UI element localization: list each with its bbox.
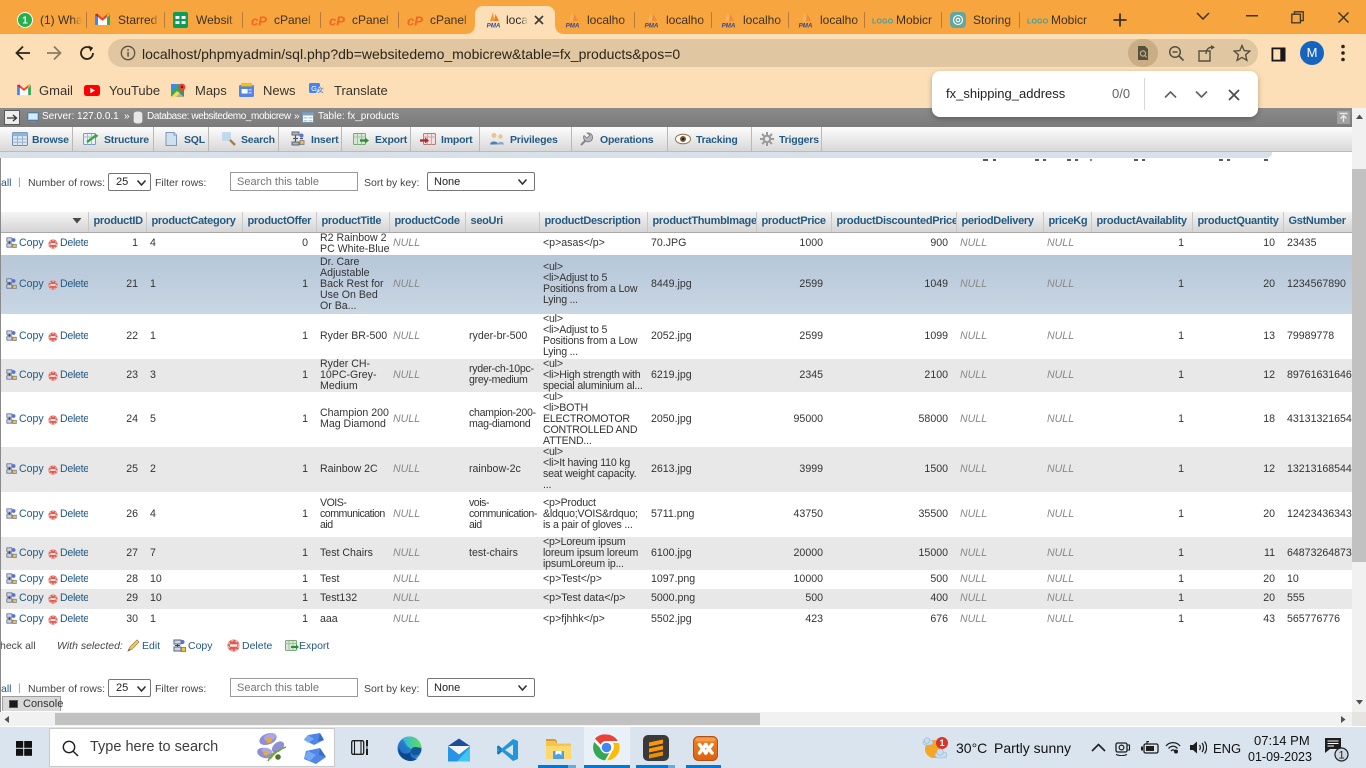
svg-text:G: G (311, 84, 317, 93)
svg-text:PMA: PMA (566, 23, 580, 30)
svg-text:文: 文 (317, 86, 323, 94)
svg-text:cP: cP (407, 14, 423, 28)
svg-text:cP: cP (251, 14, 267, 28)
svg-text:1: 1 (22, 16, 28, 27)
svg-text:PMA: PMA (645, 23, 659, 30)
svg-text:PMA: PMA (799, 23, 813, 30)
svg-text:1: 1 (939, 738, 944, 748)
svg-text:PMA: PMA (722, 23, 736, 30)
svg-text:LOGO: LOGO (872, 19, 894, 26)
svg-text:PMA: PMA (487, 23, 501, 30)
svg-text:cP: cP (329, 14, 345, 28)
svg-text:LOGO: LOGO (1027, 19, 1049, 26)
svg-text:1: 1 (1338, 750, 1344, 762)
